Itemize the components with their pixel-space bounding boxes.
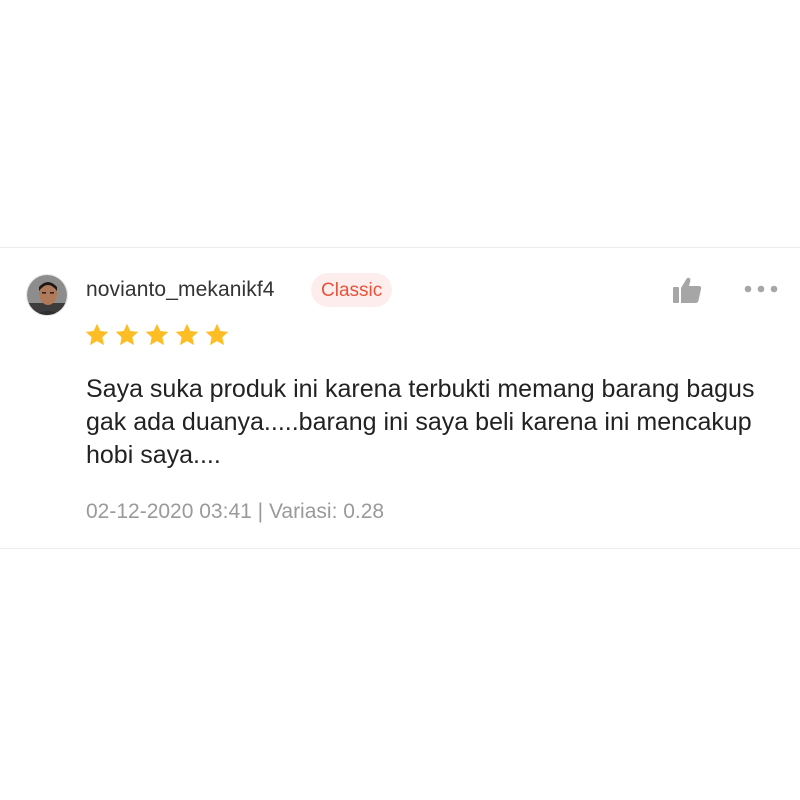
review-variation: Variasi: 0.28 — [268, 500, 385, 523]
meta-separator: | — [251, 500, 269, 523]
review-date: 02-12-2020 03:41 — [86, 500, 252, 523]
review-text: Saya suka produk ini karena terbukti mem… — [86, 375, 755, 469]
like-button[interactable] — [669, 273, 705, 307]
star-icon — [115, 323, 139, 346]
reviewer-username[interactable]: novianto_mekanikf4 — [86, 278, 275, 302]
review-card: novianto_mekanikf4 Classic Saya suka pro… — [0, 247, 800, 549]
star-rating — [84, 322, 230, 348]
member-badge: Classic — [311, 273, 393, 307]
star-icon — [145, 323, 169, 346]
avatar[interactable] — [26, 274, 68, 316]
page: novianto_mekanikf4 Classic Saya suka pro… — [0, 0, 800, 800]
star-icon — [85, 323, 109, 346]
more-horizontal-icon — [744, 285, 778, 293]
more-options-button[interactable] — [741, 278, 781, 300]
avatar-photo — [27, 275, 67, 315]
review-meta: 02-12-2020 03:41 | Variasi: 0.28 — [86, 500, 384, 524]
star-icon — [175, 323, 199, 346]
star-icon — [205, 323, 229, 346]
thumbs-up-icon — [673, 277, 702, 303]
